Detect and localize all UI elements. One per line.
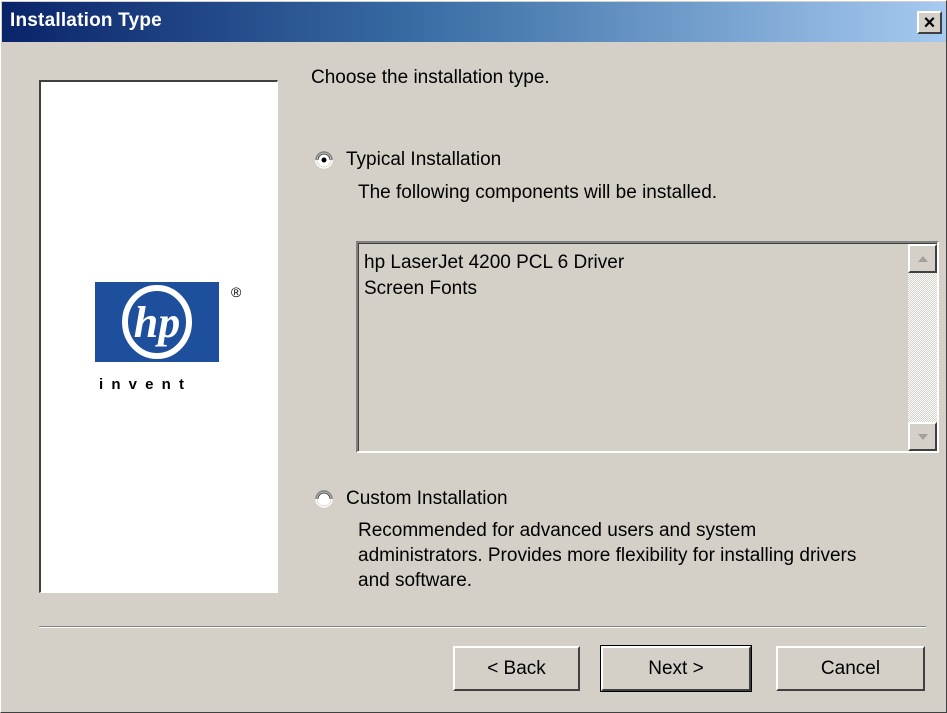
list-item: hp LaserJet 4200 PCL 6 Driver: [364, 252, 625, 273]
logo-tagline: i n v e n t: [99, 376, 187, 393]
title-bar[interactable]: Installation Type ×: [2, 2, 946, 42]
installation-type-dialog: Installation Type × hp ® i n v e n t Cho…: [0, 0, 947, 713]
custom-installation-description-line: and software.: [358, 570, 473, 591]
scroll-down-button[interactable]: [908, 422, 937, 451]
typical-installation-description: The following components will be install…: [358, 182, 718, 203]
custom-installation-description-line: administrators. Provides more flexibilit…: [358, 545, 857, 566]
scroll-up-button[interactable]: [908, 244, 937, 273]
arrow-down-icon: [917, 433, 928, 440]
components-listbox[interactable]: hp LaserJet 4200 PCL 6 Driver Screen Fon…: [356, 241, 939, 453]
custom-installation-radio[interactable]: [315, 490, 333, 508]
button-separator: [39, 626, 926, 628]
prompt-text: Choose the installation type.: [311, 67, 550, 88]
registered-mark: ®: [231, 284, 242, 300]
svg-text:hp: hp: [134, 298, 180, 347]
cancel-button[interactable]: Cancel: [776, 646, 925, 691]
list-item: Screen Fonts: [364, 278, 477, 299]
arrow-up-icon: [917, 255, 928, 262]
back-button[interactable]: < Back: [453, 646, 580, 691]
window-title: Installation Type: [10, 10, 162, 31]
close-icon: ×: [923, 11, 936, 34]
close-button[interactable]: ×: [917, 11, 942, 34]
typical-installation-label[interactable]: Typical Installation: [346, 148, 501, 172]
vertical-scrollbar[interactable]: [908, 244, 937, 451]
components-listbox-inner: hp LaserJet 4200 PCL 6 Driver Screen Fon…: [358, 243, 937, 451]
custom-installation-label[interactable]: Custom Installation: [346, 487, 508, 511]
logo-panel: hp ® i n v e n t: [39, 80, 278, 593]
typical-installation-radio[interactable]: [315, 151, 333, 169]
next-button[interactable]: Next >: [600, 645, 752, 692]
custom-installation-description-line: Recommended for advanced users and syste…: [358, 520, 757, 541]
